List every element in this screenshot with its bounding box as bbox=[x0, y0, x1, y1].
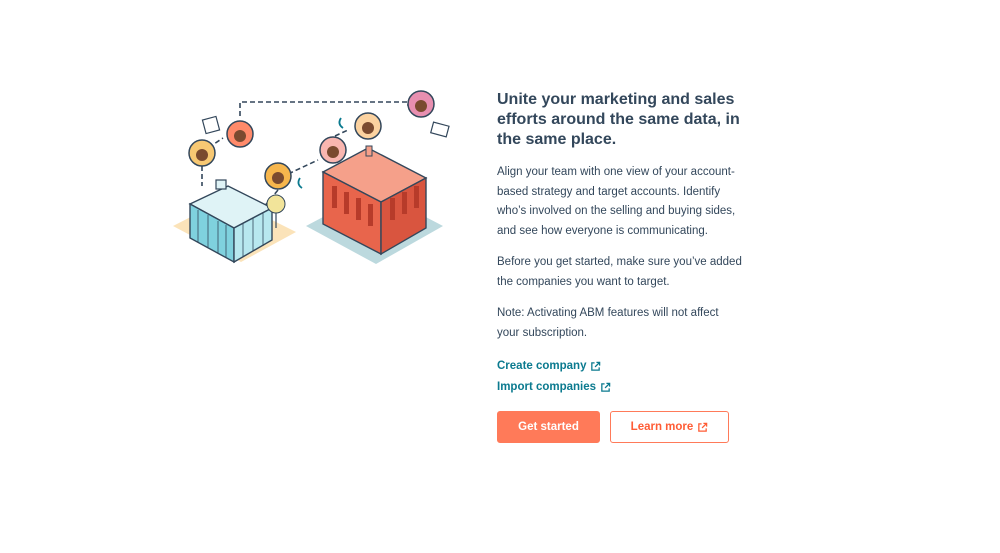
page-title: Unite your marketing and sales efforts a… bbox=[497, 91, 740, 148]
note-paragraph: Note: Activating ABM features will not a… bbox=[497, 307, 719, 339]
import-companies-link[interactable]: Import companies bbox=[497, 377, 742, 397]
get-started-button[interactable]: Get started bbox=[497, 411, 600, 443]
prerequisite-paragraph: Before you get started, make sure you’ve… bbox=[497, 256, 742, 288]
excel-icon bbox=[201, 115, 221, 135]
action-links: Create company Import companies bbox=[497, 356, 742, 397]
external-link-icon bbox=[601, 382, 611, 392]
create-company-link[interactable]: Create company bbox=[497, 356, 742, 376]
learn-more-button[interactable]: Learn more bbox=[610, 411, 729, 443]
external-link-icon bbox=[591, 361, 601, 371]
abm-illustration bbox=[168, 86, 468, 272]
mail-icon bbox=[429, 121, 450, 138]
create-company-label: Create company bbox=[497, 360, 587, 372]
import-companies-label: Import companies bbox=[497, 381, 597, 393]
button-row: Get started Learn more bbox=[497, 411, 742, 443]
external-link-icon bbox=[698, 422, 708, 432]
description-paragraph: Align your team with one view of your ac… bbox=[497, 166, 736, 237]
learn-more-label: Learn more bbox=[630, 421, 694, 433]
abm-panel: Unite your marketing and sales efforts a… bbox=[497, 90, 742, 443]
